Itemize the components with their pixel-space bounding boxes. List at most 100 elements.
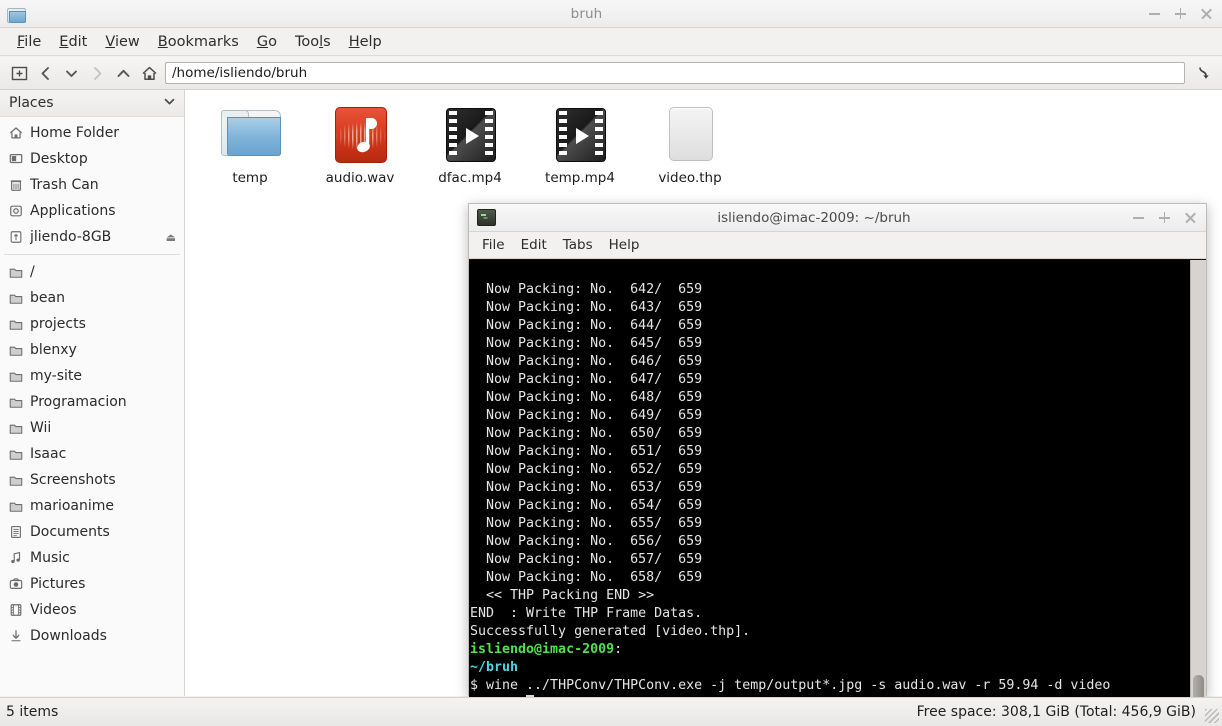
sidebar-item-label: Pictures — [30, 576, 86, 592]
folder-icon — [7, 394, 25, 410]
places-header[interactable]: Places — [0, 90, 184, 117]
sidebar-item-my-site[interactable]: my-site — [0, 363, 184, 389]
file-manager-window-controls — [1148, 7, 1213, 20]
terminal-line: << THP Packing END >> — [470, 588, 655, 603]
file-manager-statusbar: 5 items Free space: 308,1 GiB (Total: 45… — [0, 697, 1222, 726]
forward-icon — [84, 60, 110, 86]
menu-edit[interactable]: Edit — [50, 32, 96, 52]
terminal-close-button[interactable] — [1184, 211, 1197, 224]
terminal-icon — [477, 209, 496, 226]
terminal-line: Now Packing: No. 643/ 659 — [470, 300, 703, 315]
sidebar-item-bean[interactable]: bean — [0, 285, 184, 311]
folder-icon — [218, 102, 282, 166]
close-button[interactable] — [1200, 7, 1213, 20]
pictures-icon — [7, 576, 25, 592]
sidebar-item-label: Wii — [30, 420, 52, 436]
path-input[interactable]: /home/isliendo/bruh — [165, 62, 1185, 84]
sidebar-item-label: Trash Can — [30, 177, 99, 193]
maximize-button[interactable] — [1174, 7, 1187, 20]
terminal-menu-edit[interactable]: Edit — [513, 235, 555, 255]
back-icon[interactable] — [32, 60, 58, 86]
terminal-minimize-button[interactable] — [1132, 211, 1145, 224]
menu-bookmarks[interactable]: Bookmarks — [149, 32, 248, 52]
desktop-root: bruh File Edit View Bookmarks Go Tools H… — [0, 0, 1222, 726]
terminal-scrollbar[interactable] — [1190, 260, 1206, 713]
sidebar-item-wii[interactable]: Wii — [0, 415, 184, 441]
sidebar-item-downloads[interactable]: Downloads — [0, 623, 184, 649]
sidebar-item-isaac[interactable]: Isaac — [0, 441, 184, 467]
menu-help[interactable]: Help — [340, 32, 391, 52]
file-manager-titlebar: bruh — [0, 0, 1222, 28]
menu-go[interactable]: Go — [248, 32, 286, 52]
video-file-icon — [548, 102, 612, 166]
new-tab-icon[interactable] — [6, 60, 32, 86]
chevron-down-icon[interactable] — [163, 95, 176, 112]
folder-icon — [7, 498, 25, 514]
folder-icon — [7, 420, 25, 436]
file-item-label: dfac.mp4 — [438, 170, 502, 186]
file-item-temp[interactable]: temp — [195, 98, 305, 194]
file-item-label: video.thp — [658, 170, 722, 186]
up-icon[interactable] — [110, 60, 136, 86]
sidebar-item-label: Home Folder — [30, 125, 120, 141]
menu-tools[interactable]: Tools — [286, 32, 340, 52]
home-icon[interactable] — [136, 60, 162, 86]
sidebar-item-root[interactable]: / — [0, 259, 184, 285]
file-item-label: temp.mp4 — [545, 170, 615, 186]
file-item-temp-mp4[interactable]: temp.mp4 — [525, 98, 635, 194]
file-item-video-thp[interactable]: video.thp — [635, 98, 745, 194]
history-dropdown-icon[interactable] — [58, 60, 84, 86]
file-item-label: temp — [232, 170, 268, 186]
folder-icon — [7, 368, 25, 384]
folder-icon — [7, 472, 25, 488]
sidebar-item-label: Applications — [30, 203, 116, 219]
sidebar-item-label: bean — [30, 290, 65, 306]
sidebar-item-home-folder[interactable]: Home Folder — [0, 120, 184, 146]
terminal-line: Now Packing: No. 655/ 659 — [470, 516, 703, 531]
trash-icon — [7, 177, 25, 193]
terminal-line: Now Packing: No. 650/ 659 — [470, 426, 703, 441]
file-item-dfac-mp4[interactable]: dfac.mp4 — [415, 98, 525, 194]
sidebar-item-projects[interactable]: projects — [0, 311, 184, 337]
applications-icon — [7, 203, 25, 219]
sidebar-item-music[interactable]: Music — [0, 545, 184, 571]
terminal-menu-help[interactable]: Help — [601, 235, 648, 255]
terminal-line: Now Packing: No. 656/ 659 — [470, 534, 703, 549]
sidebar-item-trash-can[interactable]: Trash Can — [0, 172, 184, 198]
sidebar-item-label: Downloads — [30, 628, 107, 644]
sidebar-item-jliendo-8gb[interactable]: jliendo-8GB ⏏ — [0, 224, 184, 250]
terminal-menu-tabs[interactable]: Tabs — [555, 235, 601, 255]
sidebar-item-programacion[interactable]: Programacion — [0, 389, 184, 415]
sidebar-item-applications[interactable]: Applications — [0, 198, 184, 224]
sidebar-item-label: Screenshots — [30, 472, 116, 488]
sidebar-item-screenshots[interactable]: Screenshots — [0, 467, 184, 493]
eject-icon[interactable]: ⏏ — [166, 231, 176, 244]
terminal-menu-file[interactable]: File — [474, 235, 513, 255]
sidebar-item-documents[interactable]: Documents — [0, 519, 184, 545]
sidebar-item-label: Isaac — [30, 446, 67, 462]
terminal-line: END : Write THP Frame Datas. — [470, 606, 703, 621]
minimize-button[interactable] — [1148, 7, 1161, 20]
sidebar-item-pictures[interactable]: Pictures — [0, 571, 184, 597]
menu-view[interactable]: View — [96, 32, 148, 52]
terminal-maximize-button[interactable] — [1158, 211, 1171, 224]
menu-file[interactable]: File — [8, 32, 50, 52]
sidebar-item-desktop[interactable]: Desktop — [0, 146, 184, 172]
file-manager-menubar: File Edit View Bookmarks Go Tools Help — [0, 28, 1222, 56]
places-list: Home Folder Desktop Trash Can Applicatio… — [0, 117, 184, 696]
video-file-icon — [438, 102, 502, 166]
terminal-screen[interactable]: Now Packing: No. 642/ 659 Now Packing: N… — [469, 260, 1190, 713]
go-icon[interactable] — [1190, 60, 1216, 86]
terminal-window[interactable]: isliendo@imac-2009: ~/bruh File Edit Tab… — [468, 203, 1207, 718]
terminal-line: Now Packing: No. 652/ 659 — [470, 462, 703, 477]
sidebar-item-blenxy[interactable]: blenxy — [0, 337, 184, 363]
resize-grip[interactable] — [1205, 709, 1219, 723]
sidebar-item-videos[interactable]: Videos — [0, 597, 184, 623]
home-icon — [7, 125, 25, 141]
terminal-line: Now Packing: No. 658/ 659 — [470, 570, 703, 585]
file-item-audio-wav[interactable]: audio.wav — [305, 98, 415, 194]
folder-icon — [7, 446, 25, 462]
terminal-inner: Now Packing: No. 642/ 659 Now Packing: N… — [469, 259, 1206, 713]
terminal-line: Now Packing: No. 653/ 659 — [470, 480, 703, 495]
sidebar-item-marioanime[interactable]: marioanime — [0, 493, 184, 519]
